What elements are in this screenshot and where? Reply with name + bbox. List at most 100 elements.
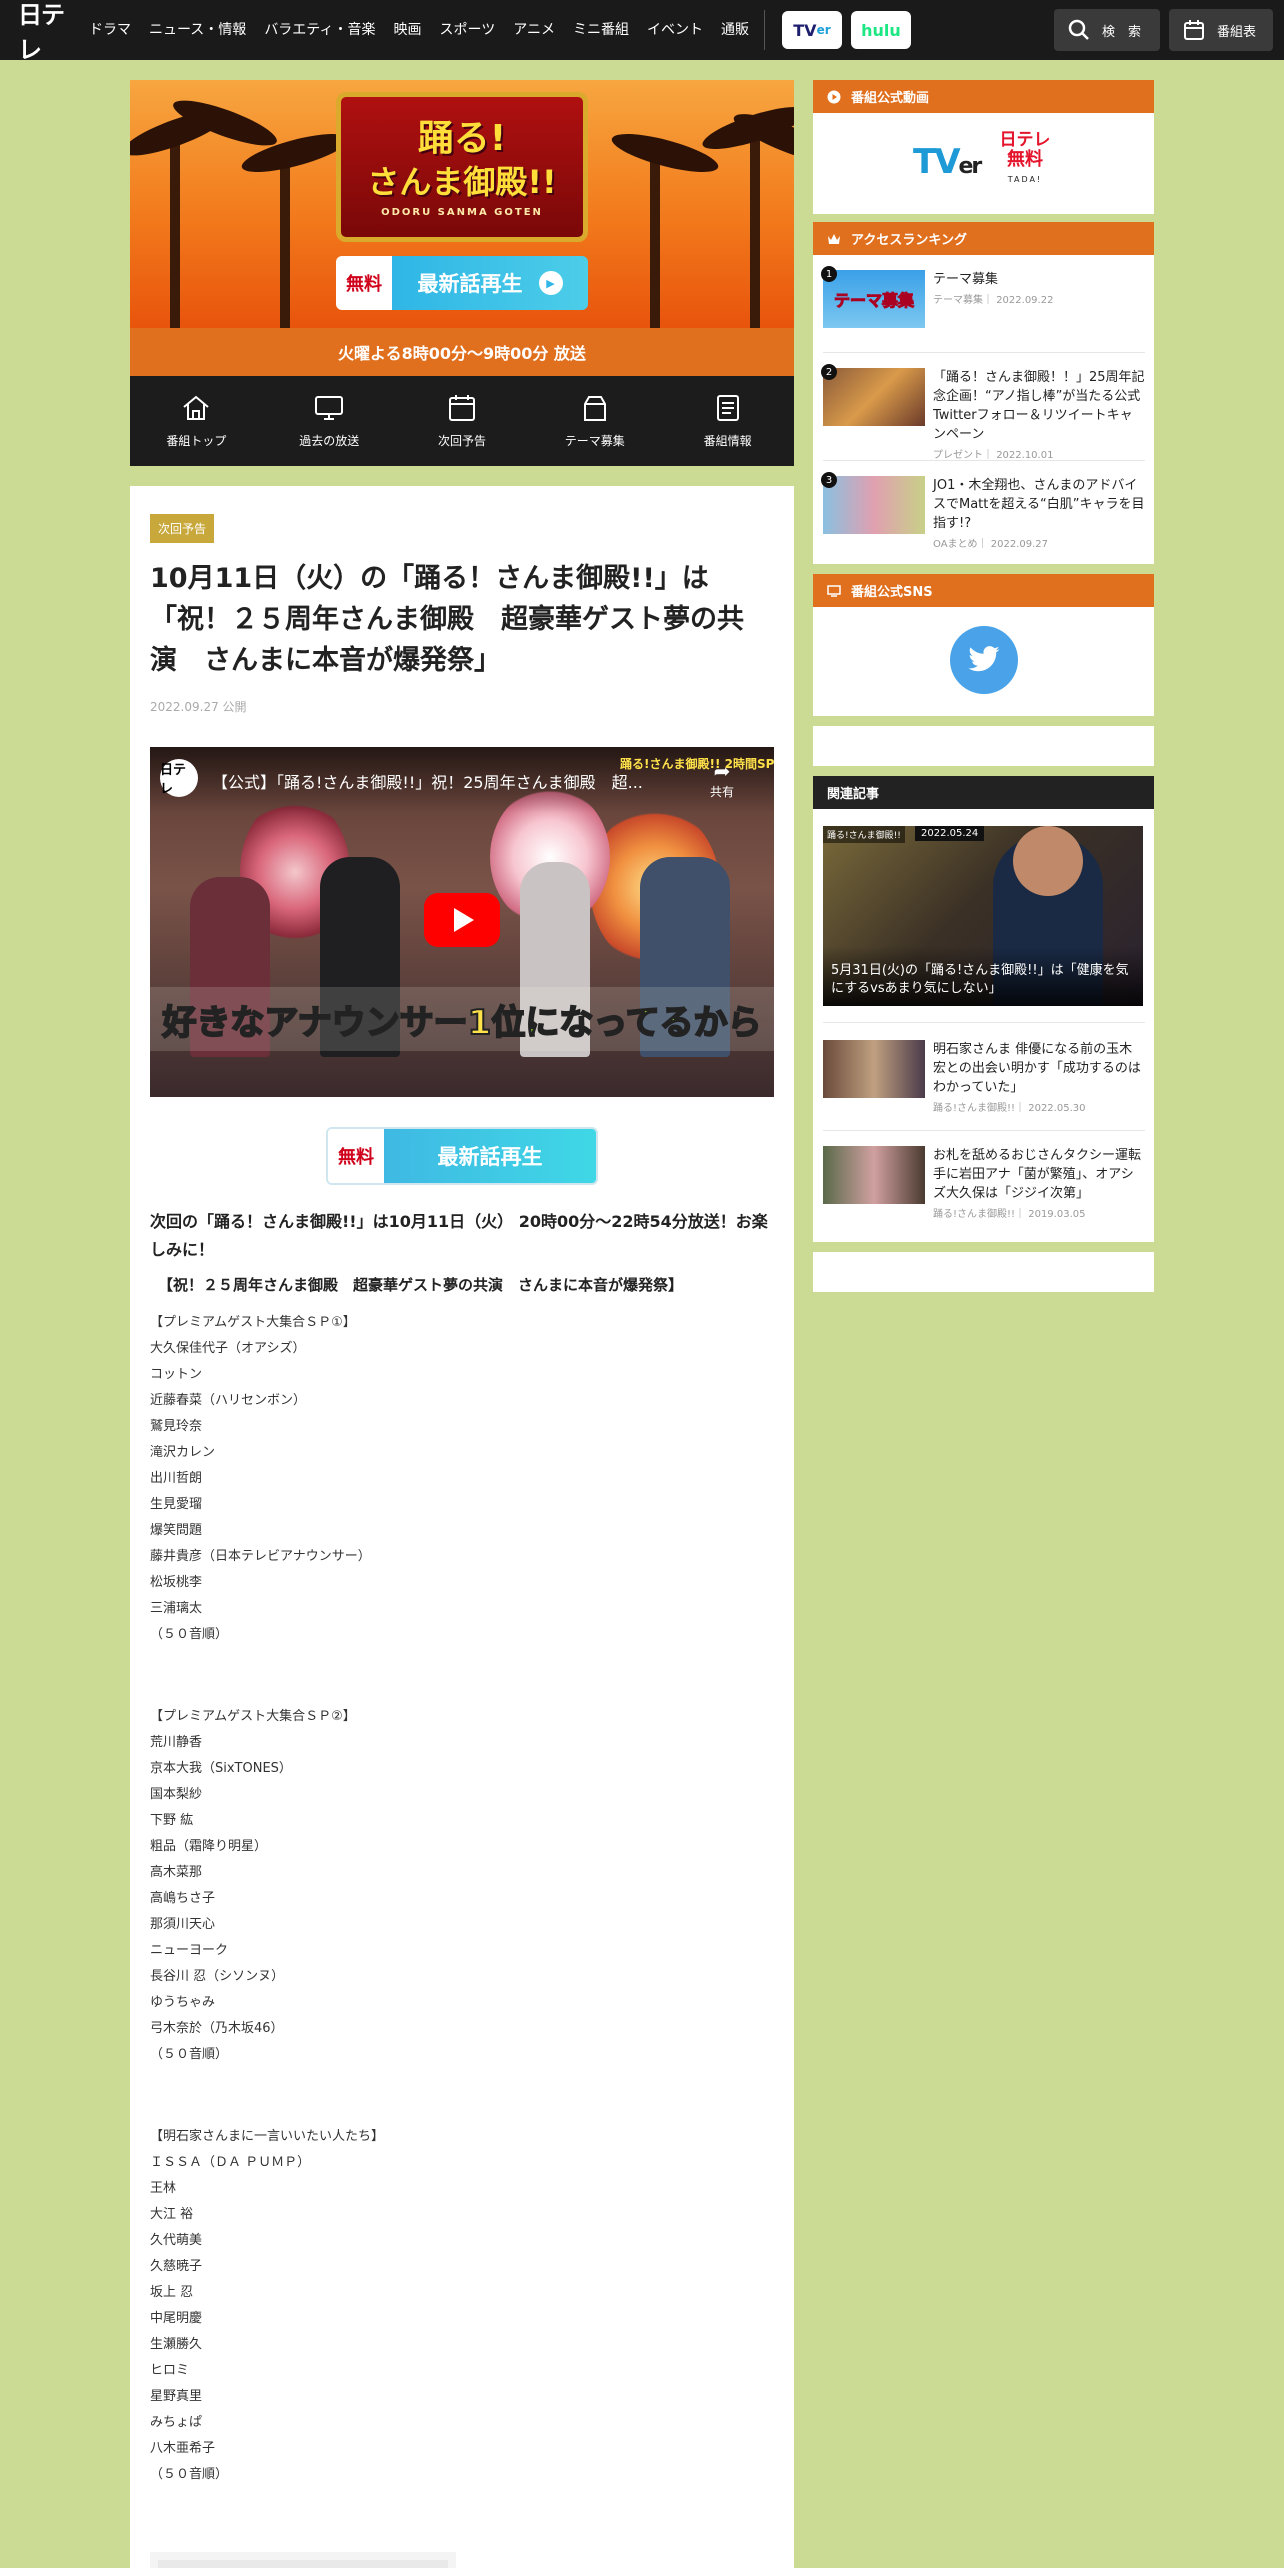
hero-latest-play-button[interactable]: 無料 最新話再生 ▶ [336, 256, 588, 310]
palm-tree [280, 148, 290, 328]
palm-tree [750, 128, 760, 328]
list-item: 弓木奈於（乃木坂46） [150, 2021, 284, 2036]
nav-sports[interactable]: スポーツ [430, 0, 504, 60]
nav-drama[interactable]: ドラマ [80, 0, 140, 60]
list-item: 大江 裕 [150, 2207, 194, 2222]
list-item: 出川哲朗 [150, 1471, 203, 1486]
program-nav-top[interactable]: 番組トップ [130, 376, 263, 466]
play-icon: ▶ [538, 271, 563, 295]
program-nav-info[interactable]: 番組情報 [661, 376, 794, 466]
program-logo-line2: さんま御殿!! [367, 162, 557, 201]
program-nav-past-label: 過去の放送 [299, 433, 360, 448]
list-item: （５０音順） [150, 2047, 229, 2062]
list-item: ゆうちゃみ [150, 1995, 216, 2010]
calendar-icon [448, 394, 475, 421]
ntv-logo[interactable]: 日テレ [0, 0, 80, 64]
related-feature[interactable]: 踊る!さんま御殿!! 2022.05.24 5月31日(火)の「踊る!さんま御殿… [823, 826, 1143, 1006]
official-video-heading-label: 番組公式動画 [851, 91, 930, 106]
channel-avatar[interactable]: 日テレ [160, 759, 198, 797]
list-item: 鷲見玲奈 [150, 1419, 203, 1434]
ranking-heading: アクセスランキング [813, 222, 1154, 255]
list-item: 長谷川 忍（シソンヌ） [150, 1969, 285, 1984]
program-nav: 番組トップ 過去の放送 次回予告 テーマ募集 番組情報 [130, 376, 794, 466]
related-title-text: 明石家さんま 俳優になる前の玉木宏との出会い明かす「成功するのはわかっていた」 [933, 1042, 1141, 1095]
tver-button[interactable]: TV er [781, 11, 842, 49]
program-logo: 踊る! さんま御殿!! ODORU SANMA GOTEN [336, 92, 588, 242]
ranking-item[interactable]: 1 テーマ募集 テーマ募集 テーマ募集｜ 2022.09.22 [821, 256, 1145, 366]
search-button[interactable]: 検 索 [1054, 9, 1160, 51]
monitor-icon [315, 395, 344, 420]
list-item: 那須川天心 [150, 1917, 216, 1932]
rank-title-text: JO1・木全翔也、さんまのアドバイスでMattを超える“白肌”キャラを目指す!? [933, 478, 1145, 531]
tver-logo-v: er [958, 154, 983, 179]
tver-link[interactable]: TVer [913, 142, 983, 182]
rank-meta: OAまとめ｜ 2022.09.27 [933, 539, 1048, 550]
list-item: 星野真里 [150, 2389, 203, 2404]
program-nav-next[interactable]: 次回予告 [396, 376, 529, 466]
guest-list-1: 【プレミアムゲスト大集合ＳＰ①】 大久保佳代子（オアシズ） コットン 近藤春菜（… [150, 1310, 550, 1648]
nav-news[interactable]: ニュース・情報 [140, 0, 255, 60]
ntv-free-link[interactable]: 日テレ 無料 TADA! [995, 130, 1055, 190]
list-item: ヒロミ [150, 2363, 190, 2378]
ranking-item[interactable]: 2 「踊る！さんま御殿！！」25周年記念企画！“アノ指し棒”が当たる公式Twit… [821, 354, 1145, 464]
video-corner-badge: 踊る!さんま御殿!! 2時間SP [620, 757, 774, 771]
ranking-heading-label: アクセスランキング [851, 233, 967, 248]
rank-thumbnail-text: テーマ募集 [833, 291, 914, 311]
list-item: 高木菜那 [150, 1865, 203, 1880]
guest-list-3: 【明石家さんまに一言いいたい人たち】 ＩＳＳＡ（ＤＡ ＰＵＭＰ） 王林 大江 裕… [150, 2124, 550, 2488]
twitter-button[interactable] [950, 626, 1018, 694]
youtube-play-button[interactable] [424, 893, 500, 947]
list-item: 生見愛瑠 [150, 1497, 203, 1512]
video-title[interactable]: 【公式】「踊る!さんま御殿!!」祝！25周年さんま御殿 超... [212, 769, 702, 793]
palm-tree [170, 128, 180, 328]
list-item: ＩＳＳＡ（ＤＡ ＰＵＭＰ） [150, 2155, 311, 2170]
related-item[interactable]: お札を舐めるおじさんタクシー運転手に岩田アナ「菌が繁殖」、オアシズ大久保は「ジジ… [823, 1132, 1145, 1242]
category-tag[interactable]: 次回予告 [150, 514, 215, 543]
list-item: 久慈暁子 [150, 2259, 203, 2274]
ranking-item[interactable]: 3 JO1・木全翔也、さんまのアドバイスでMattを超える“白肌”キャラを目指す… [821, 462, 1145, 572]
program-nav-theme-label: テーマ募集 [564, 433, 625, 448]
list-item: 坂上 忍 [150, 2285, 194, 2300]
hulu-button[interactable]: hulu [850, 11, 911, 49]
tver-logo-t: TV [793, 20, 817, 40]
list-item: 爆笑問題 [150, 1523, 203, 1538]
youtube-player[interactable]: 日テレ 【公式】「踊る!さんま御殿!!」祝！25周年さんま御殿 超... ➦ 共… [150, 747, 774, 1097]
official-video-box: 番組公式動画 TVer 日テレ 無料 TADA! [813, 80, 1154, 214]
blank-box [813, 1252, 1154, 1292]
rank-category: テーマ募集 [933, 295, 983, 306]
tver-logo-v: er [816, 23, 831, 37]
list-item: 三浦璃太 [150, 1601, 203, 1616]
program-logo-line3: ODORU SANMA GOTEN [381, 206, 543, 218]
palm-tree [650, 148, 660, 328]
schedule-button[interactable]: 番組表 [1169, 9, 1273, 51]
nav-variety[interactable]: バラエティ・音楽 [255, 0, 384, 60]
related-item[interactable]: 明石家さんま 俳優になる前の玉木宏との出会い明かす「成功するのはわかっていた」 … [823, 1026, 1145, 1136]
related-category: 踊る!さんま御殿!! [933, 1209, 1016, 1220]
list-item: 粗品（霜降り明星） [150, 1839, 268, 1854]
related-meta: 踊る!さんま御殿!!｜ 2019.03.05 [933, 1209, 1086, 1220]
nav-event[interactable]: イベント [638, 0, 712, 60]
nav-anime[interactable]: アニメ [504, 0, 564, 60]
list-item: 八木亜希子 [150, 2441, 216, 2456]
list-item: 国本梨紗 [150, 1787, 203, 1802]
nav-movie[interactable]: 映画 [384, 0, 430, 60]
related-title-text: お札を舐めるおじさんタクシー運転手に岩田アナ「菌が繁殖」、オアシズ大久保は「ジジ… [933, 1148, 1142, 1201]
rank-thumbnail [823, 368, 925, 426]
rank-title-text: 「踊る！さんま御殿！！」25周年記念企画！“アノ指し棒”が当たる公式Twitte… [933, 370, 1145, 442]
nav-shopping[interactable]: 通販 [712, 0, 758, 60]
play-label: 最新話再生 [417, 272, 523, 296]
related-box: 関連記事 踊る!さんま御殿!! 2022.05.24 5月31日(火)の「踊る!… [813, 776, 1154, 1242]
sns-box: 番組公式SNS [813, 574, 1154, 716]
article-latest-play-button[interactable]: 無料 最新話再生 [326, 1127, 598, 1185]
program-nav-theme[interactable]: テーマ募集 [528, 376, 661, 466]
feature-caption: 5月31日(火)の「踊る!さんま御殿!!」は「健康を気にするvsあまり気にしない… [823, 946, 1143, 1006]
program-hero: 踊る! さんま御殿!! ODORU SANMA GOTEN 無料 最新話再生 ▶ [130, 80, 794, 328]
nav-mini[interactable]: ミニ番組 [564, 0, 638, 60]
article-image [150, 2552, 456, 2568]
box-icon [583, 395, 606, 421]
program-nav-past[interactable]: 過去の放送 [263, 376, 396, 466]
list-item: ニューヨーク [150, 1943, 229, 1958]
list-item: 生瀬勝久 [150, 2337, 203, 2352]
program-nav-info-label: 番組情報 [703, 433, 752, 448]
schedule-label: 番組表 [1217, 24, 1257, 40]
